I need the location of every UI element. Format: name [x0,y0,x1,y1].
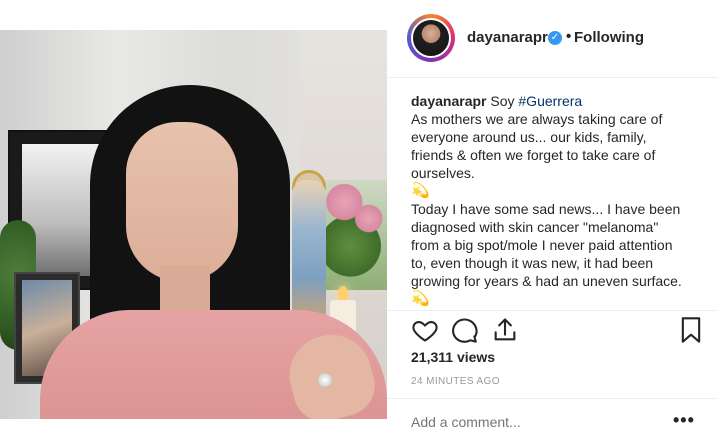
following-button[interactable]: Following [574,29,644,46]
statue [292,180,326,320]
bookmark-icon[interactable] [677,316,705,344]
caption-line: ourselves. [411,165,475,181]
comment-input[interactable] [411,413,661,431]
avatar[interactable] [411,18,451,58]
post-header: dayanarapr ✓ • Following [387,0,718,78]
post-media[interactable] [0,0,387,447]
caption-line: from a big spot/mole I never paid attent… [411,237,673,253]
caption-line: everyone around us... our kids, family, [411,129,647,145]
header-username[interactable]: dayanarapr [467,29,548,46]
views-count[interactable]: 21,311 views [411,349,495,365]
share-icon[interactable] [491,316,519,344]
caption-line: diagnosed with skin cancer "melanoma" [411,219,659,235]
caption-username[interactable]: dayanarapr [411,93,486,109]
verified-badge-icon: ✓ [548,31,562,45]
more-options-button[interactable]: ••• [673,410,695,431]
post-timestamp[interactable]: 24 MINUTES AGO [411,376,500,387]
caption-text: Soy [490,93,519,109]
caption-line: to, even though it was new, it had been [411,255,654,271]
caption-emoji: 💫 [411,182,430,199]
ring [318,373,332,387]
caption-hashtag[interactable]: #Guerrera [518,93,582,109]
heart-icon[interactable] [411,316,439,344]
caption-line: growing for years & had an uneven surfac… [411,273,682,289]
video-frame[interactable] [0,30,387,419]
caption-line: friends & often we forget to take care o… [411,147,656,163]
caption-emoji: 💫 [411,290,430,307]
person-face [126,122,238,282]
caption-line: Today I have some sad news... I have bee… [411,201,681,217]
separator-dot: • [566,28,572,45]
caption-first-line: dayanarapr Soy #Guerrera [411,92,701,110]
comment-icon[interactable] [451,316,479,344]
caption-line: As mothers we are always taking care of [411,111,663,127]
post-side-panel: dayanarapr ✓ • Following dayanarapr Soy … [387,0,718,447]
flowers [326,180,387,290]
caption: dayanarapr Soy #Guerrera As mothers we a… [411,92,701,310]
